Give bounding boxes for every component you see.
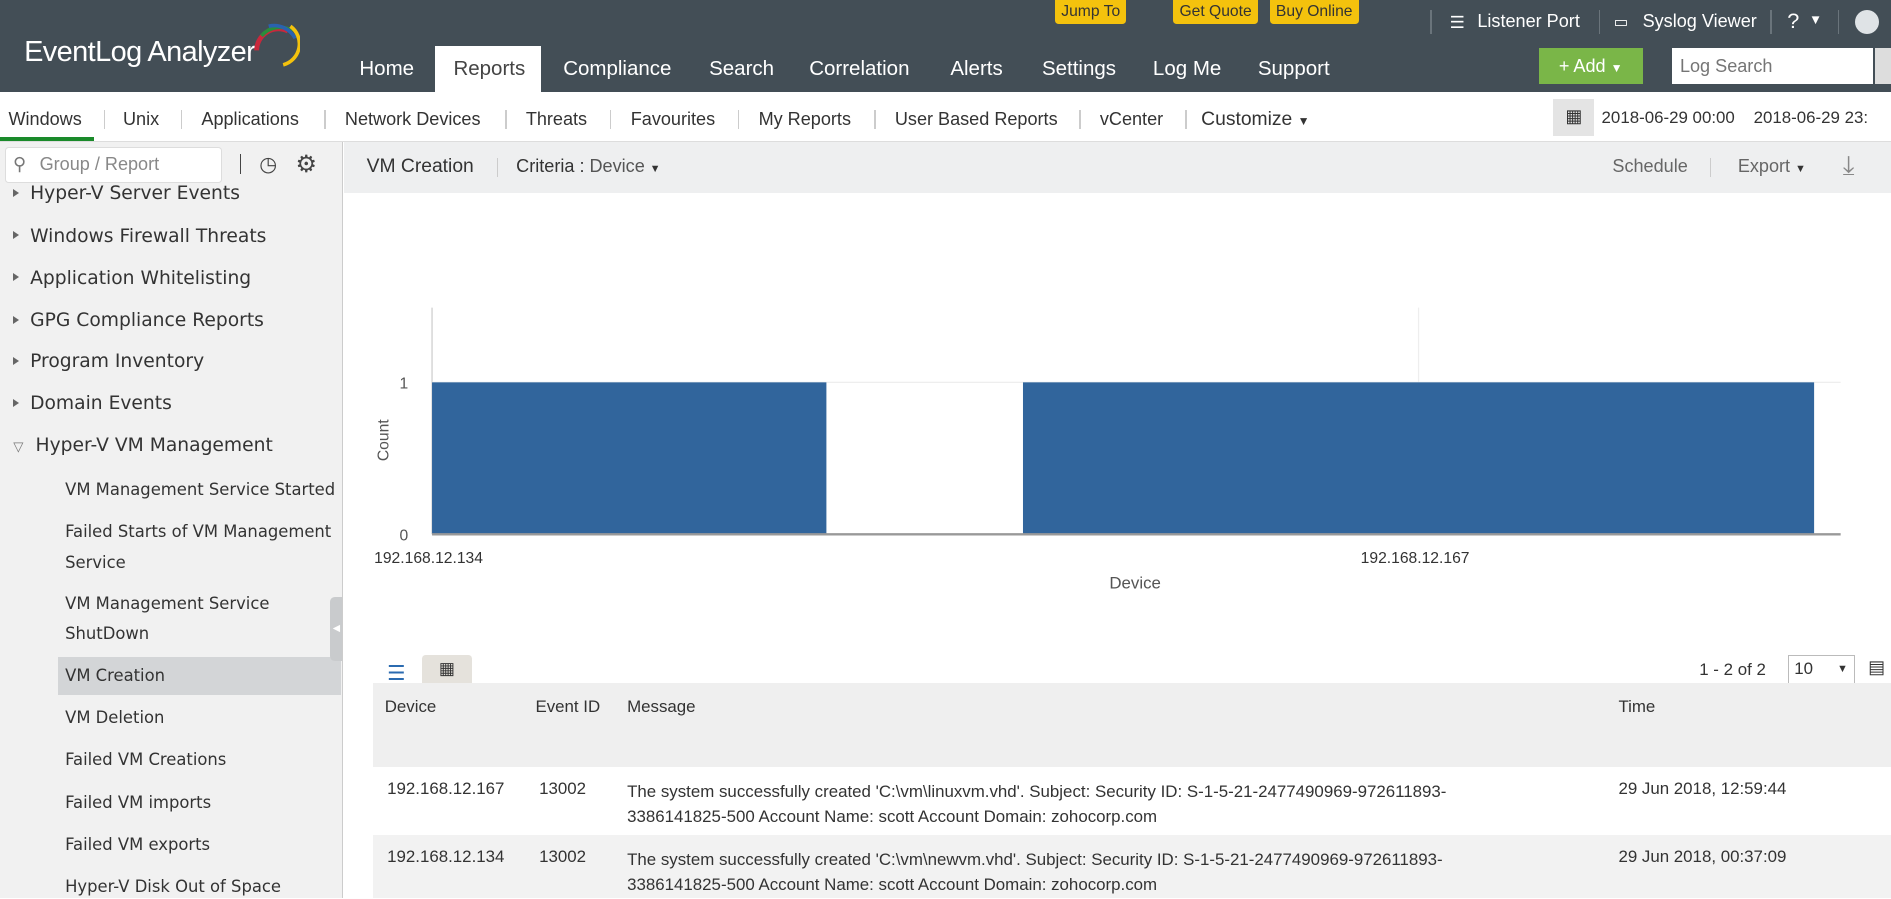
- logo-arcs-icon: [254, 24, 301, 67]
- sub-nav: Windows Unix Applications Network Device…: [0, 91, 1891, 143]
- log-search-input[interactable]: [1671, 48, 1873, 85]
- tree-group[interactable]: Domain Events: [13, 393, 172, 414]
- subtab-applications[interactable]: Applications: [201, 109, 298, 130]
- get-quote-button[interactable]: Get Quote: [1173, 0, 1258, 25]
- tree-item[interactable]: VM Management Service Started: [65, 475, 335, 505]
- subtab-windows[interactable]: Windows: [8, 109, 81, 130]
- top-bar: EventLog Analyzer Home Reports Complianc…: [0, 0, 1891, 92]
- export-menu[interactable]: Export ▼: [1738, 156, 1806, 177]
- subtab-vcenter[interactable]: vCenter: [1100, 109, 1163, 130]
- subtab-unix[interactable]: Unix: [123, 109, 159, 130]
- nav-correlation[interactable]: Correlation: [791, 46, 927, 92]
- sidebar-collapse-handle[interactable]: ◀: [330, 596, 343, 661]
- nav-alerts[interactable]: Alerts: [932, 46, 1021, 92]
- tree-group[interactable]: Application Whitelisting: [13, 268, 251, 289]
- tree-item[interactable]: Failed VM imports: [65, 788, 211, 818]
- jump-to-button[interactable]: Jump To: [1055, 0, 1127, 25]
- table-header: Device Event ID Message Time: [372, 682, 1891, 767]
- search-button[interactable]: [1875, 48, 1891, 85]
- report-header: VM Creation Criteria : Device ▼ Schedule…: [343, 142, 1891, 193]
- bar: [1022, 382, 1814, 535]
- nav-support[interactable]: Support: [1240, 46, 1348, 92]
- chevron-down-icon: ▼: [649, 162, 661, 175]
- col-message[interactable]: Message: [627, 697, 695, 717]
- subtab-user-based-reports[interactable]: User Based Reports: [895, 109, 1058, 130]
- syslog-viewer-icon: ▭: [1613, 14, 1629, 32]
- x-tick-label: 192.168.12.134: [374, 550, 483, 567]
- nav-search[interactable]: Search: [691, 46, 792, 92]
- subtab-my-reports[interactable]: My Reports: [759, 109, 851, 130]
- collapse-icon: ▽: [13, 440, 24, 456]
- chevron-down-icon: ▼: [1297, 113, 1310, 128]
- buy-online-button[interactable]: Buy Online: [1269, 0, 1359, 25]
- x-axis-label: Device: [1109, 574, 1161, 593]
- bar-chart: 192.168.12.134 192.168.12.167 0 1 Device Coun…: [374, 307, 1841, 593]
- page-size-select[interactable]: 10 ▼: [1788, 654, 1855, 684]
- report-content: VM Creation Criteria : Device ▼ Schedule…: [343, 142, 1891, 899]
- app-logo: EventLog Analyzer: [24, 36, 256, 69]
- chevron-down-icon: ▼: [1809, 12, 1823, 28]
- col-device[interactable]: Device: [385, 697, 437, 717]
- y-axis-label: Count: [375, 419, 392, 461]
- y-tick-label: 1: [399, 375, 408, 392]
- report-title: VM Creation: [366, 155, 474, 177]
- subtab-favourites[interactable]: Favourites: [631, 109, 715, 130]
- subtab-network-devices[interactable]: Network Devices: [345, 109, 481, 130]
- tree-item[interactable]: VM Management Service ShutDown: [65, 589, 269, 649]
- tree-item-vm-creation[interactable]: VM Creation: [65, 661, 165, 691]
- chevron-down-icon: ▼: [1795, 162, 1806, 175]
- schedule-button[interactable]: Schedule: [1612, 156, 1687, 177]
- nav-log-me[interactable]: Log Me: [1135, 46, 1240, 92]
- x-tick-label: 192.168.12.167: [1360, 550, 1469, 567]
- tree-group[interactable]: Program Inventory: [13, 351, 204, 372]
- tree-item[interactable]: Failed Starts of VM Management Service: [65, 517, 331, 577]
- tree-group[interactable]: GPG Compliance Reports: [13, 310, 264, 331]
- help-menu[interactable]: ?: [1787, 8, 1799, 34]
- table-row[interactable]: 192.168.12.134 13002 The system successf…: [372, 834, 1891, 899]
- nav-reports[interactable]: Reports: [435, 45, 542, 92]
- tree-item[interactable]: Failed VM Creations: [65, 745, 226, 775]
- nav-home[interactable]: Home: [341, 46, 432, 92]
- add-button[interactable]: + Add ▼: [1538, 48, 1643, 85]
- chevron-down-icon: ▼: [1610, 61, 1623, 76]
- criteria-selector[interactable]: Criteria : Device ▼: [516, 156, 660, 177]
- tree-item[interactable]: Failed VM exports: [65, 830, 210, 860]
- calendar-icon[interactable]: ▦: [1565, 106, 1582, 127]
- download-icon[interactable]: ⤓: [1843, 150, 1855, 182]
- date-range-picker[interactable]: ▦ 2018-06-29 00:00 2018-06-29 23:: [1553, 98, 1891, 137]
- column-chooser-icon[interactable]: ▤: [1868, 657, 1885, 678]
- tree-group-expanded[interactable]: ▽ Hyper-V VM Management: [13, 435, 273, 456]
- nav-settings[interactable]: Settings: [1024, 46, 1134, 92]
- y-tick-label: 0: [399, 527, 408, 544]
- report-sidebar: ⚲ Group / Report ◷ ⚙ Hyper-V Server Even…: [0, 142, 343, 899]
- tree-group[interactable]: Hyper-V Server Events: [13, 183, 240, 204]
- customize-menu[interactable]: Customize ▼: [1201, 109, 1309, 131]
- col-time[interactable]: Time: [1618, 697, 1655, 717]
- tree-group[interactable]: Windows Firewall Threats: [13, 226, 266, 247]
- listener-port-icon: ☰: [1449, 13, 1465, 33]
- listener-port-link[interactable]: Listener Port: [1477, 11, 1580, 32]
- nav-compliance[interactable]: Compliance: [545, 46, 689, 92]
- search-icon: ⚲: [13, 154, 27, 175]
- table-row[interactable]: 192.168.12.167 13002 The system successf…: [372, 767, 1891, 835]
- bar: [431, 382, 827, 535]
- user-avatar-icon[interactable]: [1854, 9, 1879, 34]
- chevron-down-icon: ▼: [1837, 662, 1848, 675]
- group-report-search[interactable]: ⚲ Group / Report: [4, 147, 222, 184]
- subtab-threats[interactable]: Threats: [526, 109, 587, 130]
- grid-view-icon[interactable]: ▦: [422, 654, 472, 683]
- gear-icon[interactable]: ⚙: [295, 150, 317, 179]
- col-event-id[interactable]: Event ID: [535, 697, 600, 717]
- pagination-info: 1 - 2 of 2: [1699, 659, 1766, 679]
- tree-item[interactable]: Hyper-V Disk Out of Space: [65, 872, 281, 899]
- syslog-viewer-link[interactable]: Syslog Viewer: [1643, 11, 1757, 32]
- tree-item[interactable]: VM Deletion: [65, 703, 164, 733]
- history-icon[interactable]: ◷: [259, 152, 277, 177]
